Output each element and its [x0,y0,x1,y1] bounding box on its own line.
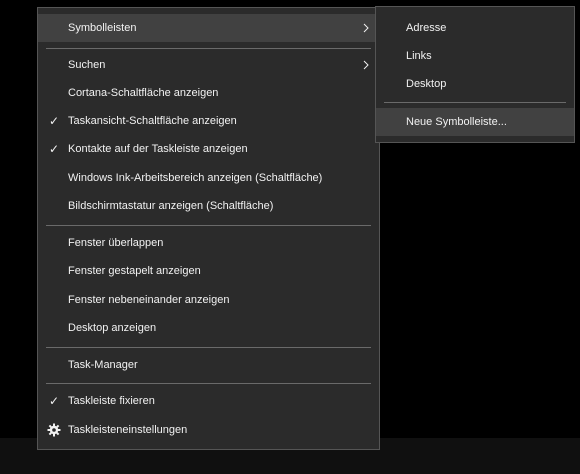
checkmark-icon: ✓ [48,394,60,408]
menu-item-lock-taskbar[interactable]: ✓ Taskleiste fixieren [38,387,379,415]
menu-item-cortana-button[interactable]: Cortana-Schaltfläche anzeigen [38,79,379,107]
menu-item-taskbar-settings[interactable]: Taskleisteneinstellungen [38,416,379,444]
submenu-item-address[interactable]: Adresse [376,14,574,42]
menu-separator [46,383,371,384]
menu-item-label: Bildschirmtastatur anzeigen (Schaltfläch… [68,200,274,212]
menu-item-show-desktop[interactable]: Desktop anzeigen [38,314,379,342]
menu-separator [46,225,371,226]
menu-separator [46,347,371,348]
menu-item-stack-windows[interactable]: Fenster gestapelt anzeigen [38,257,379,285]
submenu-separator [384,102,566,103]
toolbars-submenu: Adresse Links Desktop Neue Symbolleiste.… [375,6,575,143]
menu-item-windows-ink-button[interactable]: Windows Ink-Arbeitsbereich anzeigen (Sch… [38,164,379,192]
checkmark-icon: ✓ [48,114,60,128]
submenu-item-new-toolbar[interactable]: Neue Symbolleiste... [376,108,574,136]
menu-item-label: Suchen [68,59,106,71]
menu-item-label: Taskansicht-Schaltfläche anzeigen [68,115,237,127]
menu-item-people-on-taskbar[interactable]: ✓ Kontakte auf der Taskleiste anzeigen [38,135,379,163]
menu-item-label: Task-Manager [68,359,138,371]
gear-icon [47,423,61,437]
menu-item-label: Windows Ink-Arbeitsbereich anzeigen (Sch… [68,172,323,184]
menu-item-label: Symbolleisten [68,22,137,34]
submenu-item-label: Desktop [406,78,447,90]
menu-item-label: Cortana-Schaltfläche anzeigen [68,87,219,99]
menu-item-cascade-windows[interactable]: Fenster überlappen [38,229,379,257]
menu-item-toolbars[interactable]: Symbolleisten [38,14,379,42]
menu-item-label: Taskleiste fixieren [68,395,155,407]
menu-separator [46,48,371,49]
menu-item-label: Fenster nebeneinander anzeigen [68,294,230,306]
menu-item-label: Fenster gestapelt anzeigen [68,265,201,277]
menu-item-label: Kontakte auf der Taskleiste anzeigen [68,143,248,155]
menu-item-task-view-button[interactable]: ✓ Taskansicht-Schaltfläche anzeigen [38,107,379,135]
menu-item-label: Fenster überlappen [68,237,164,249]
submenu-item-label: Adresse [406,22,447,34]
menu-item-label: Desktop anzeigen [68,322,157,334]
chevron-right-icon [363,60,369,70]
checkmark-icon: ✓ [48,142,60,156]
menu-item-search[interactable]: Suchen [38,51,379,79]
submenu-item-links[interactable]: Links [376,42,574,70]
chevron-right-icon [363,23,369,33]
taskbar-context-menu: Symbolleisten Suchen Cortana-Schaltfläch… [37,7,380,450]
submenu-item-desktop[interactable]: Desktop [376,70,574,98]
menu-item-touch-keyboard-button[interactable]: Bildschirmtastatur anzeigen (Schaltfläch… [38,192,379,220]
menu-item-task-manager[interactable]: Task-Manager [38,351,379,379]
submenu-item-label: Links [406,50,432,62]
submenu-item-label: Neue Symbolleiste... [406,116,507,128]
menu-item-label: Taskleisteneinstellungen [68,424,188,436]
menu-item-side-by-side-windows[interactable]: Fenster nebeneinander anzeigen [38,286,379,314]
